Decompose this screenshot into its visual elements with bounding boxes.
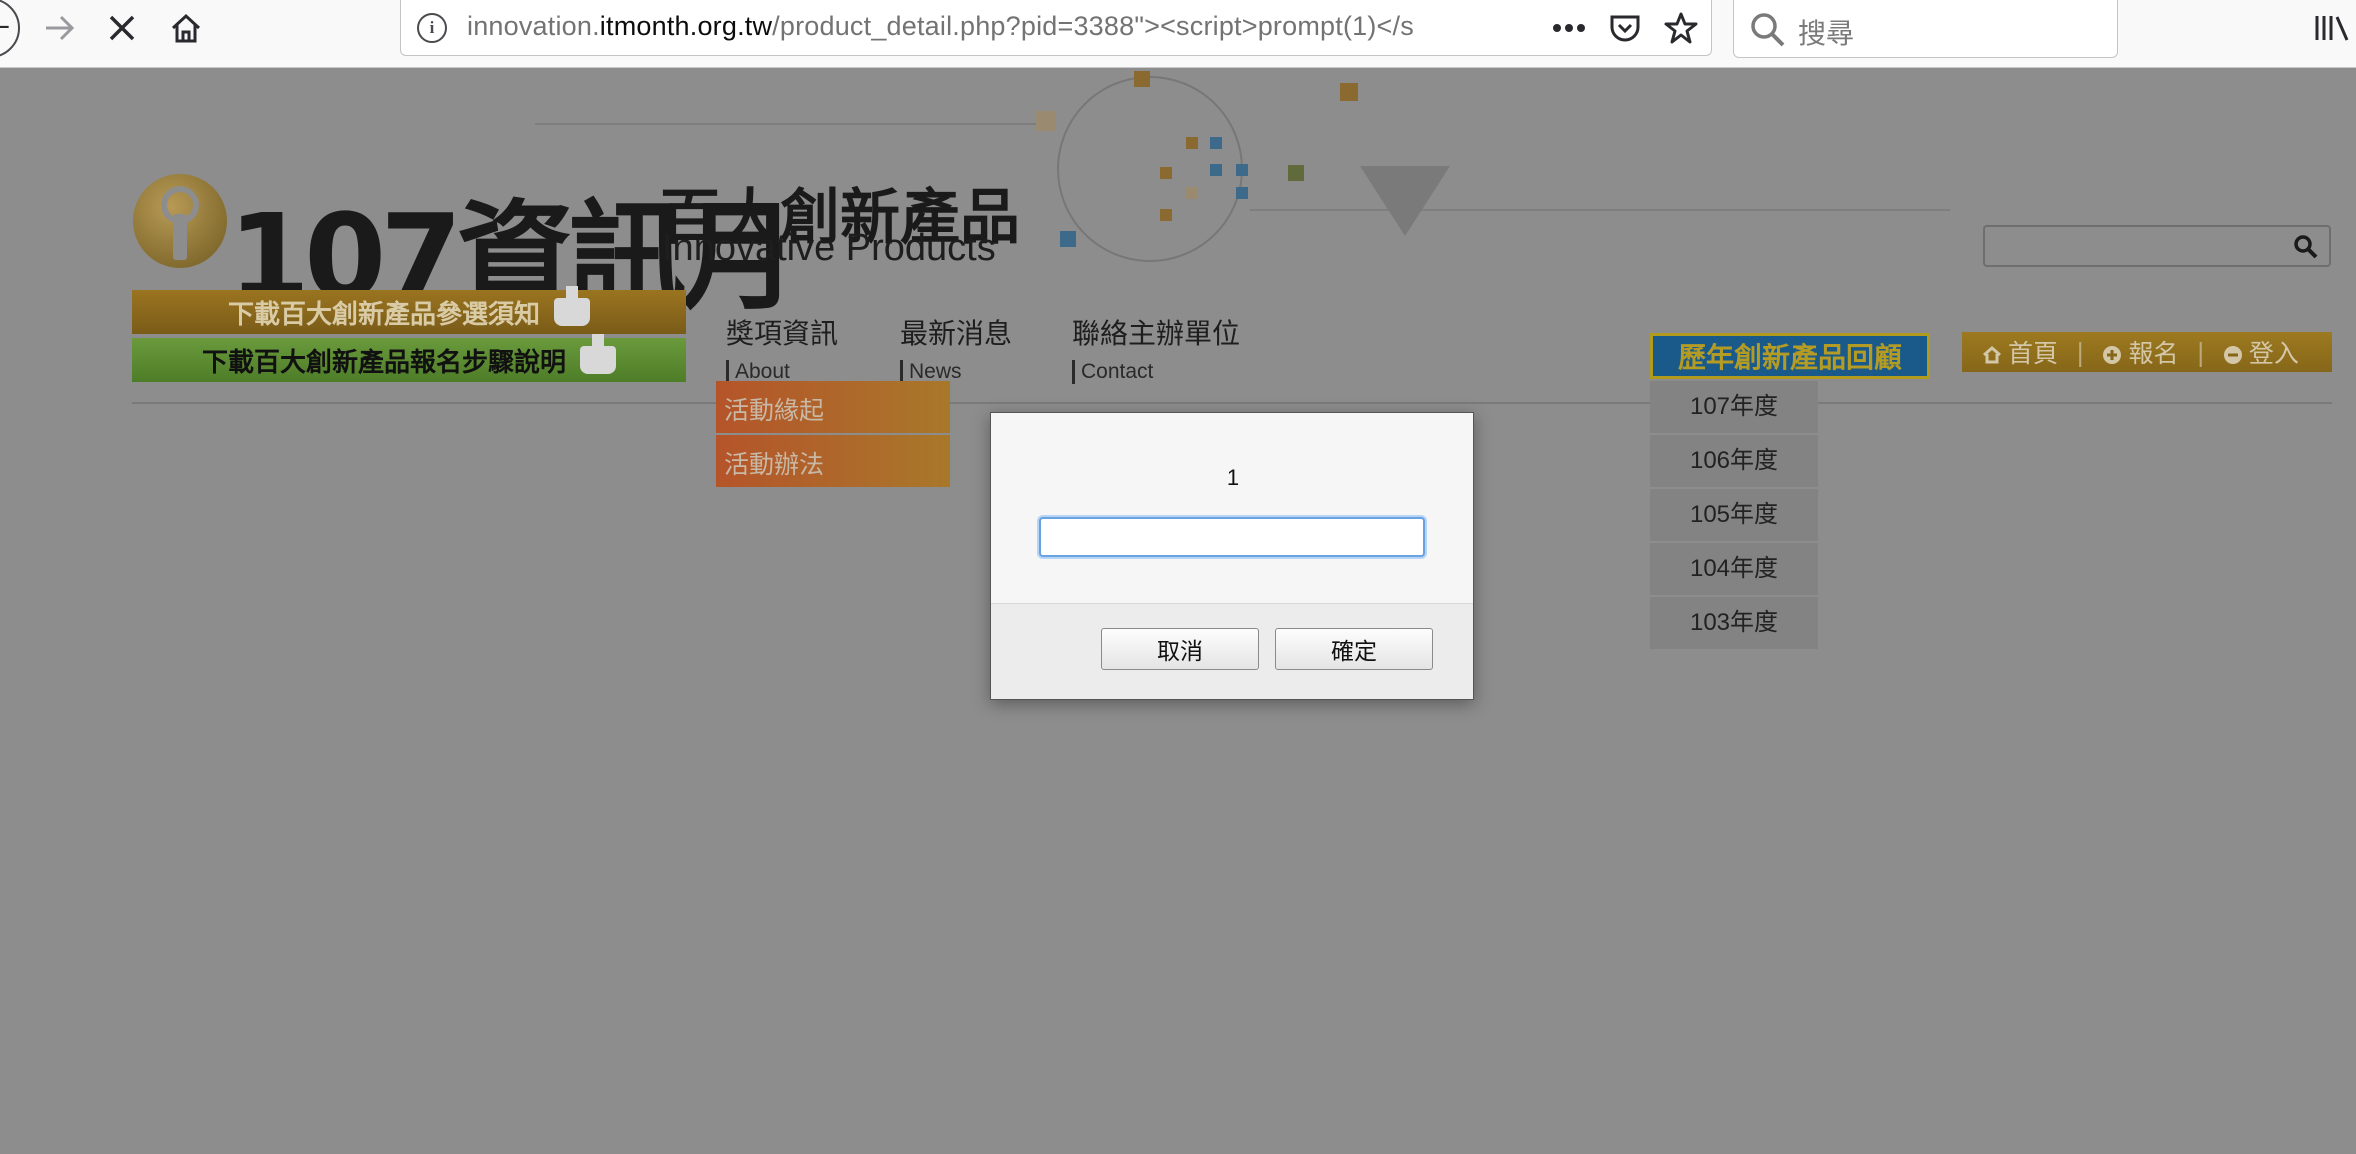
nav-contact-label: 聯絡主辦單位 (1072, 317, 1241, 350)
year-item-103[interactable]: 103年度 (1650, 597, 1818, 649)
separator: | (2076, 337, 2085, 367)
deco-square (1210, 137, 1222, 149)
ok-button[interactable]: 確定 (1275, 628, 1433, 670)
register-link[interactable]: 報名 (2102, 334, 2178, 370)
arrow-circle-icon (2223, 346, 2242, 364)
deco-square (1236, 187, 1248, 199)
stop-button[interactable] (100, 6, 144, 50)
back-button[interactable]: ← (0, 0, 20, 58)
library-button[interactable] (2310, 6, 2356, 50)
logo-english: Innovative Products (662, 227, 996, 269)
download-icon (580, 334, 616, 374)
dialog-message: 1 (1226, 465, 1240, 490)
deco-square (1288, 165, 1304, 181)
url-path: /product_detail.php?pid=3388"><script>pr… (772, 11, 1414, 41)
home-icon (171, 13, 201, 43)
nav-divider (132, 402, 2332, 404)
header-deco-cone (1360, 166, 1450, 236)
download-steps-label: 下載百大創新產品報名步驟說明 (201, 347, 566, 378)
more-icon[interactable] (1549, 10, 1589, 46)
login-link[interactable]: 登入 (2223, 334, 2299, 370)
site-search-input[interactable] (1983, 225, 2331, 267)
forward-icon (46, 15, 75, 41)
home-link-label: 首頁 (2008, 339, 2059, 368)
nav-news[interactable]: 最新消息 News (900, 312, 1012, 384)
browser-toolbar: ← i innovation.itmonth.org.tw/product_de… (0, 0, 2356, 68)
cancel-button[interactable]: 取消 (1101, 628, 1259, 670)
year-item-105[interactable]: 105年度 (1650, 489, 1818, 541)
deco-square (1186, 137, 1198, 149)
stop-icon (109, 15, 135, 41)
prompt-input[interactable] (1039, 517, 1425, 557)
download-steps-button[interactable]: 下載百大創新產品報名步驟說明 (132, 334, 686, 382)
header-deco-line (535, 123, 1055, 125)
login-link-label: 登入 (2248, 339, 2299, 368)
forward-button[interactable] (38, 6, 82, 50)
submenu-item-origin[interactable]: 活動緣起 (716, 381, 950, 433)
year-item-107[interactable]: 107年度 (1650, 381, 1818, 433)
prompt-dialog: 1 取消 確定 (990, 412, 1474, 700)
nav-about-label: 獎項資訊 (726, 317, 839, 350)
browser-search-bar[interactable]: 搜尋 (1733, 0, 2118, 58)
plus-circle-icon (2103, 346, 2122, 364)
deco-square (1236, 164, 1248, 176)
history-products-button[interactable]: 歷年創新產品回顧 (1650, 333, 1930, 379)
url-domain: itmonth.org.tw (599, 11, 773, 41)
years-list: 107年度 106年度 105年度 104年度 103年度 (1650, 381, 1818, 651)
about-submenu: 活動緣起 活動辦法 (716, 381, 950, 489)
logo-emblem-icon (133, 174, 227, 268)
year-item-104[interactable]: 104年度 (1650, 543, 1818, 595)
register-link-label: 報名 (2128, 339, 2179, 368)
url-text[interactable]: innovation.itmonth.org.tw/product_detail… (467, 11, 1467, 42)
user-links-bar: 首頁 | 報名 | 登入 (1962, 332, 2332, 372)
search-placeholder: 搜尋 (1798, 17, 1855, 50)
info-icon[interactable]: i (417, 13, 447, 43)
year-item-106[interactable]: 106年度 (1650, 435, 1818, 487)
deco-square (1340, 83, 1358, 101)
separator: | (2196, 337, 2205, 367)
deco-square (1060, 231, 1076, 247)
nav-about[interactable]: 獎項資訊 About (726, 312, 838, 384)
library-icon (2315, 16, 2349, 41)
submenu-item-rules[interactable]: 活動辦法 (716, 435, 950, 487)
deco-square (1160, 167, 1172, 179)
back-icon: ← (0, 14, 10, 40)
deco-square (1210, 164, 1222, 176)
home-icon (1983, 346, 2001, 364)
search-icon (1751, 13, 1785, 47)
url-prefix: innovation. (467, 11, 600, 41)
download-guidelines-button[interactable]: 下載百大創新產品參選須知 (132, 286, 686, 334)
header-deco-circle (1057, 76, 1243, 262)
nav-news-label: 最新消息 (900, 317, 1013, 350)
url-fade (1421, 6, 1491, 50)
dialog-footer: 取消 確定 (991, 603, 1473, 699)
deco-square (1134, 71, 1150, 87)
home-link[interactable]: 首頁 (1982, 334, 2058, 370)
deco-square (1186, 187, 1198, 199)
deco-square (1036, 111, 1056, 131)
pocket-icon[interactable] (1605, 10, 1645, 46)
deco-square (1160, 209, 1172, 221)
nav-contact[interactable]: 聯絡主辦單位 Contact (1072, 312, 1240, 384)
nav-contact-en: Contact (1072, 360, 1240, 384)
download-guidelines-label: 下載百大創新產品參選須知 (227, 299, 540, 330)
bookmark-star-icon[interactable] (1661, 10, 1701, 46)
home-button[interactable] (164, 6, 208, 50)
url-bar[interactable]: i innovation.itmonth.org.tw/product_deta… (400, 0, 1712, 56)
header-deco-line (1250, 209, 1950, 211)
download-icon (554, 286, 590, 326)
search-icon[interactable] (2293, 234, 2319, 260)
